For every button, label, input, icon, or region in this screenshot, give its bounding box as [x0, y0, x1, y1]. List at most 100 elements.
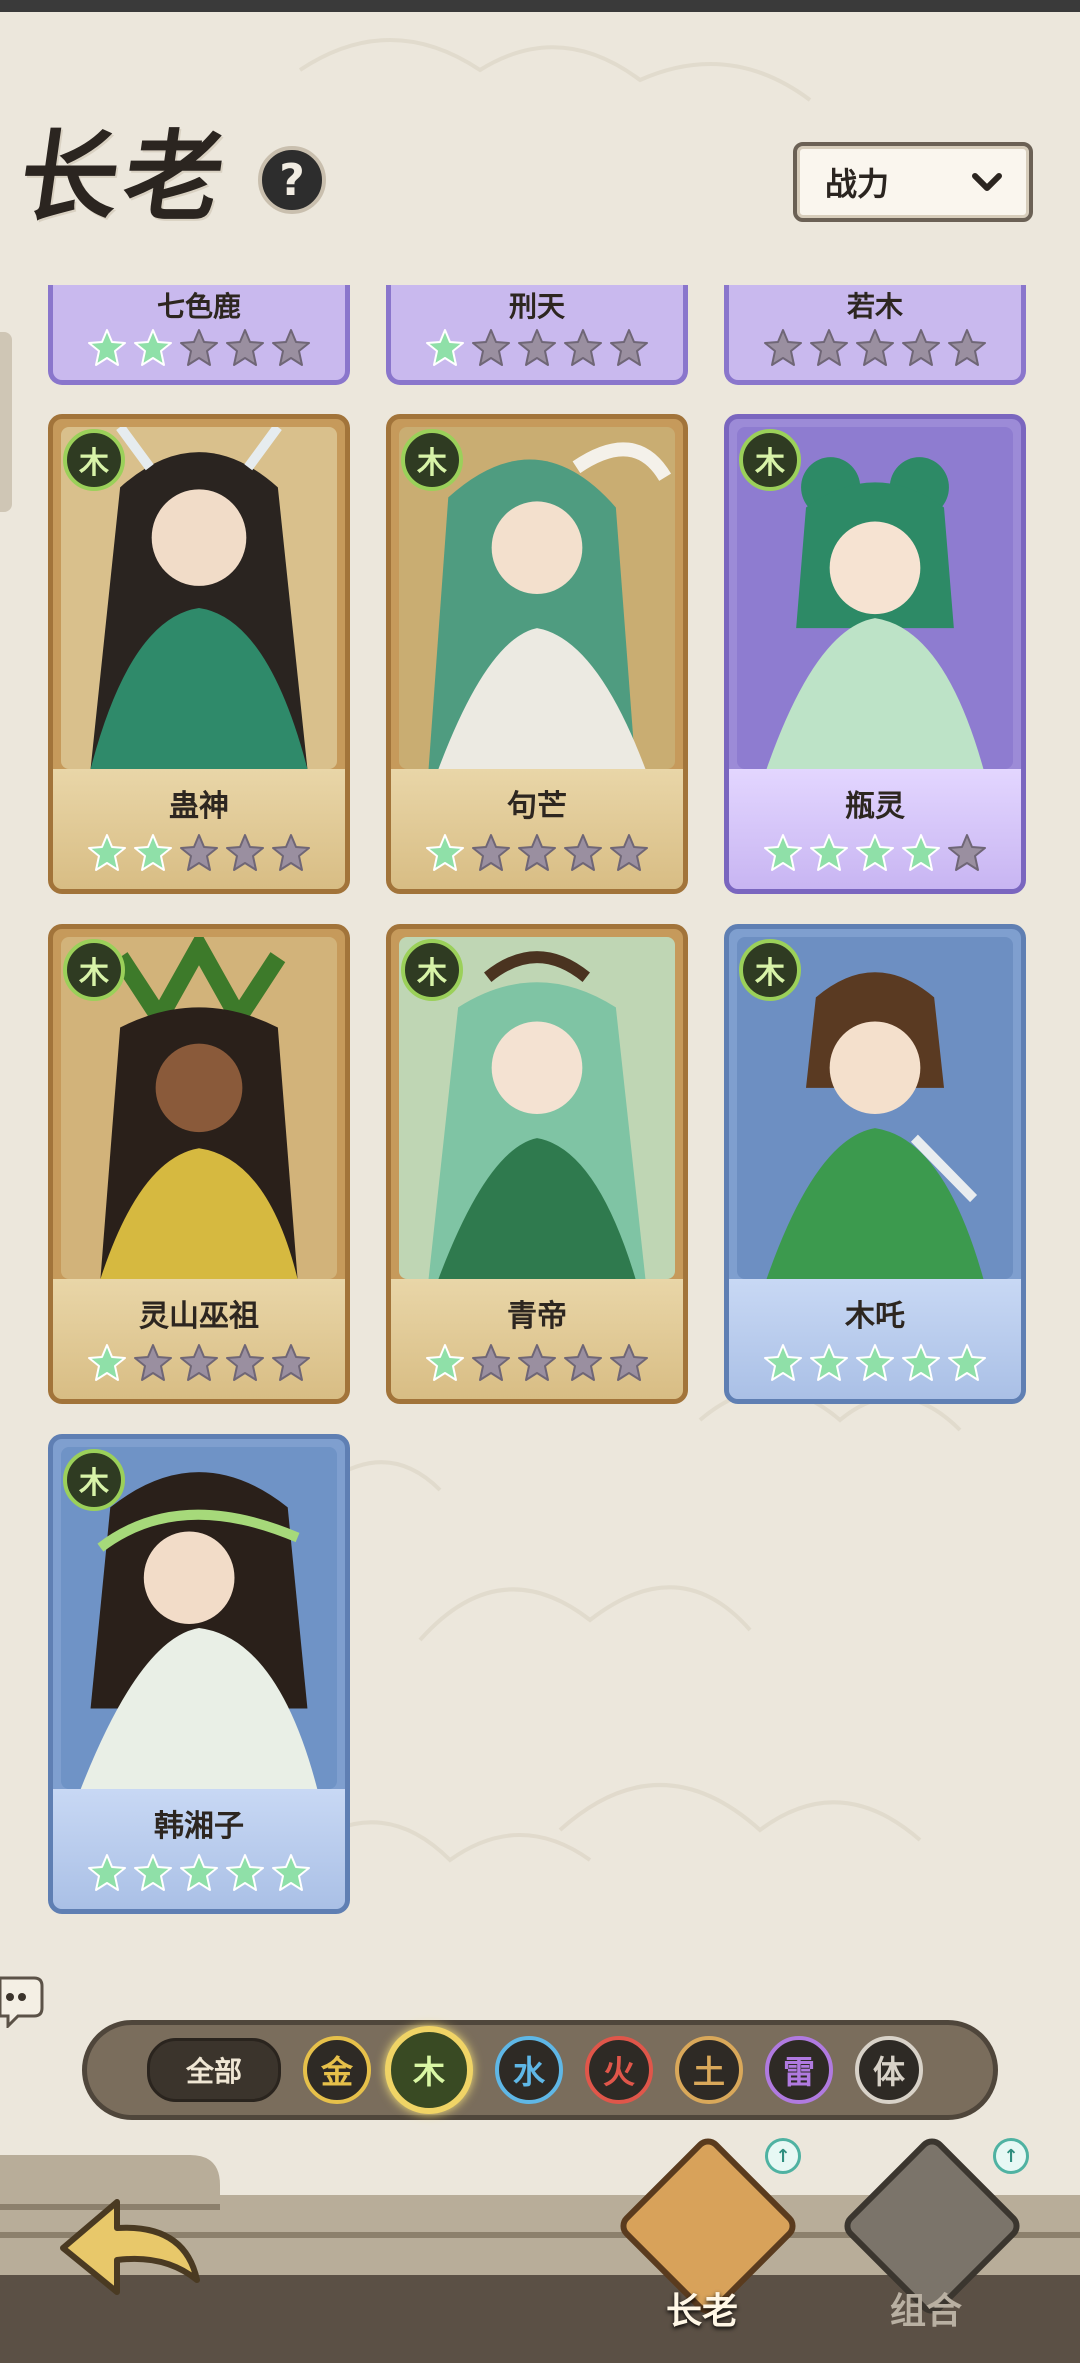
upgrade-arrow-icon: ↑: [765, 2138, 801, 2174]
star-rating: [53, 833, 345, 873]
hero-name: 蛊神: [169, 789, 229, 824]
chevron-down-icon: [972, 173, 1002, 191]
star-filled-icon: [764, 1344, 802, 1381]
star-filled-icon: [426, 834, 464, 871]
star-filled-icon: [426, 329, 464, 366]
help-icon: ?: [279, 154, 305, 206]
filter-fire-button[interactable]: 火: [585, 2036, 653, 2104]
star-rating: [53, 1343, 345, 1383]
star-empty-icon: [810, 329, 848, 366]
star-filled-icon: [948, 1344, 986, 1381]
side-drawer-tab[interactable]: [0, 332, 12, 512]
star-rating: [391, 1343, 683, 1383]
star-empty-icon: [948, 329, 986, 366]
filter-wood-button[interactable]: 木: [385, 2026, 473, 2114]
star-empty-icon: [518, 329, 556, 366]
hero-nameplate: 句芒: [391, 769, 683, 889]
hero-name: 七色鹿: [156, 290, 241, 323]
filter-body-button[interactable]: 体: [855, 2036, 923, 2104]
help-button[interactable]: ?: [258, 146, 326, 214]
wood-element-icon: 木: [401, 429, 463, 491]
hero-nameplate: 韩湘子: [53, 1789, 345, 1909]
star-filled-icon: [134, 1854, 172, 1891]
star-rating: [729, 328, 1021, 368]
hero-card-partial[interactable]: 七色鹿: [48, 285, 350, 385]
star-empty-icon: [272, 1344, 310, 1381]
chat-icon[interactable]: [0, 1972, 44, 2028]
filter-earth-button[interactable]: 土: [675, 2036, 743, 2104]
star-empty-icon: [226, 329, 264, 366]
star-empty-icon: [180, 1344, 218, 1381]
hero-name: 句芒: [507, 789, 567, 824]
star-empty-icon: [226, 834, 264, 871]
hero-card[interactable]: 木 韩湘子: [48, 1434, 350, 1914]
hero-card-partial[interactable]: 若木: [724, 285, 1026, 385]
star-empty-icon: [518, 834, 556, 871]
back-arrow-icon[interactable]: [55, 2188, 205, 2308]
hero-card[interactable]: 木 句芒: [386, 414, 688, 894]
sort-dropdown[interactable]: 战力: [793, 142, 1033, 222]
page-title: 长老: [12, 120, 237, 235]
wood-element-icon: 木: [63, 939, 125, 1001]
hero-nameplate: 木吒: [729, 1279, 1021, 1399]
star-empty-icon: [610, 834, 648, 871]
star-empty-icon: [472, 1344, 510, 1381]
filter-all-button[interactable]: 全部: [147, 2038, 281, 2102]
hero-card[interactable]: 木 木吒: [724, 924, 1026, 1404]
star-rating: [53, 1853, 345, 1893]
star-empty-icon: [134, 1344, 172, 1381]
wood-element-icon: 木: [739, 939, 801, 1001]
star-rating: [391, 328, 683, 368]
hero-name: 木吒: [845, 1299, 905, 1334]
hero-card[interactable]: 木 蛊神: [48, 414, 350, 894]
wood-element-icon: 木: [63, 429, 125, 491]
wood-element-icon: 木: [739, 429, 801, 491]
nav-tab-label: 长老: [665, 2291, 738, 2332]
star-empty-icon: [472, 329, 510, 366]
star-filled-icon: [810, 834, 848, 871]
star-empty-icon: [564, 1344, 602, 1381]
star-empty-icon: [272, 834, 310, 871]
star-empty-icon: [564, 329, 602, 366]
hero-nameplate: 青帝: [391, 1279, 683, 1399]
star-filled-icon: [764, 834, 802, 871]
sort-selected-label: 战力: [825, 165, 890, 203]
filter-water-button[interactable]: 水: [495, 2036, 563, 2104]
hero-name: 青帝: [507, 1299, 567, 1334]
star-filled-icon: [88, 329, 126, 366]
star-empty-icon: [610, 329, 648, 366]
filter-metal-button[interactable]: 金: [303, 2036, 371, 2104]
hero-card[interactable]: 木 青帝: [386, 924, 688, 1404]
hero-card[interactable]: 木 瓶灵: [724, 414, 1026, 894]
star-filled-icon: [426, 1344, 464, 1381]
filter-thunder-button[interactable]: 雷: [765, 2036, 833, 2104]
star-empty-icon: [948, 834, 986, 871]
hero-card[interactable]: 木 灵山巫祖: [48, 924, 350, 1404]
nav-tab-elders[interactable]: 长老: [614, 2132, 802, 2340]
wood-element-icon: 木: [401, 939, 463, 1001]
star-filled-icon: [88, 1854, 126, 1891]
star-rating: [53, 328, 345, 368]
hero-name: 瓶灵: [845, 789, 905, 824]
hero-name: 若木: [846, 290, 903, 323]
hero-card-partial[interactable]: 刑天: [386, 285, 688, 385]
star-filled-icon: [856, 834, 894, 871]
star-empty-icon: [472, 834, 510, 871]
star-rating: [391, 833, 683, 873]
hero-name: 灵山巫祖: [139, 1299, 259, 1334]
star-filled-icon: [272, 1854, 310, 1891]
star-filled-icon: [226, 1854, 264, 1891]
star-filled-icon: [856, 1344, 894, 1381]
nav-tab-combo[interactable]: 组合: [838, 2132, 1026, 2340]
star-empty-icon: [180, 329, 218, 366]
nav-tab-label: 组合: [889, 2291, 962, 2332]
star-empty-icon: [856, 329, 894, 366]
star-filled-icon: [810, 1344, 848, 1381]
star-empty-icon: [764, 329, 802, 366]
upgrade-arrow-icon: ↑: [993, 2138, 1029, 2174]
star-empty-icon: [518, 1344, 556, 1381]
hero-nameplate: 瓶灵: [729, 769, 1021, 889]
status-bar: [0, 0, 1080, 12]
star-empty-icon: [226, 1344, 264, 1381]
hero-nameplate: 蛊神: [53, 769, 345, 889]
